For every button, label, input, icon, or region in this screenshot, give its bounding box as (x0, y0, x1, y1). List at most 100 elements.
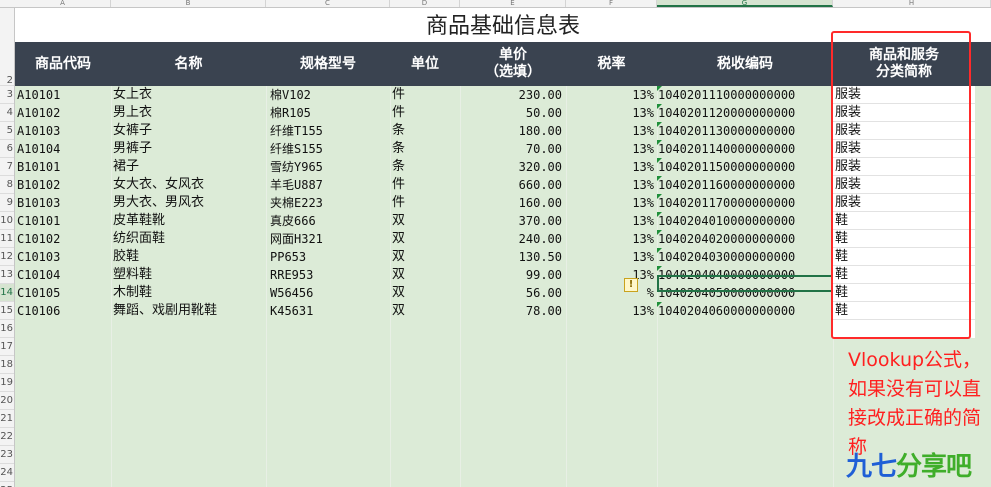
row-header[interactable]: 17 (0, 338, 14, 356)
row-header[interactable]: 22 (0, 428, 14, 446)
cell-price[interactable]: 320.00 (519, 158, 562, 176)
cell-tax-code[interactable]: 1040204060000000000 (658, 302, 795, 320)
cell-tax-code[interactable]: 1040201160000000000 (658, 176, 795, 194)
cell-code[interactable]: C10103 (17, 248, 60, 266)
cell-code[interactable]: C10101 (17, 212, 60, 230)
cell-price[interactable]: 78.00 (526, 302, 562, 320)
row-header[interactable]: 5 (0, 122, 14, 140)
row-header[interactable]: 18 (0, 356, 14, 374)
header-price[interactable]: 单价 （选填） (460, 42, 566, 86)
row-header[interactable]: 2 (0, 42, 14, 86)
cell-code[interactable]: C10102 (17, 230, 60, 248)
cell-name[interactable]: 纺织面鞋 (113, 230, 165, 248)
cell-tax-code[interactable]: 1040201110000000000 (658, 86, 795, 104)
cell-code[interactable]: B10103 (17, 194, 60, 212)
header-spec[interactable]: 规格型号 (266, 42, 390, 86)
cell-name[interactable]: 裙子 (113, 158, 139, 176)
row-header-selected[interactable]: 14 (0, 284, 14, 302)
cell-spec[interactable]: K45631 (270, 302, 313, 320)
cell-code[interactable]: A10102 (17, 104, 60, 122)
column-header-g[interactable]: G (657, 0, 833, 7)
cell-tax-rate[interactable]: 13% (632, 176, 654, 194)
cell-tax-rate[interactable]: 13% (632, 212, 654, 230)
active-cell-selection[interactable] (657, 275, 833, 292)
cell-tax-code[interactable]: 1040204020000000000 (658, 230, 795, 248)
cell-tax-code[interactable]: 1040201170000000000 (658, 194, 795, 212)
column-header-f[interactable]: F (566, 0, 657, 7)
cell-price[interactable]: 370.00 (519, 212, 562, 230)
cell-unit[interactable]: 双 (392, 230, 405, 248)
row-header[interactable]: 23 (0, 446, 14, 464)
header-unit[interactable]: 单位 (390, 42, 460, 86)
cell-name[interactable]: 塑料鞋 (113, 266, 152, 284)
cell-tax-code[interactable]: 1040204030000000000 (658, 248, 795, 266)
cell-tax-rate[interactable]: 13% (632, 230, 654, 248)
header-name[interactable]: 名称 (111, 42, 266, 86)
cell-name[interactable]: 女裤子 (113, 122, 152, 140)
cell-unit[interactable]: 件 (392, 194, 405, 212)
header-tax-rate[interactable]: 税率 (566, 42, 657, 86)
cell-name[interactable]: 男裤子 (113, 140, 152, 158)
cell-tax-code[interactable]: 1040201140000000000 (658, 140, 795, 158)
column-header-a[interactable]: A (15, 0, 111, 7)
cell-price[interactable]: 660.00 (519, 176, 562, 194)
row-header[interactable]: 25 (0, 482, 14, 487)
cell-tax-code[interactable]: 1040201120000000000 (658, 104, 795, 122)
cell-tax-code[interactable]: 1040201130000000000 (658, 122, 795, 140)
cell-code[interactable]: A10101 (17, 86, 60, 104)
cell-tax-rate[interactable]: 13% (632, 86, 654, 104)
row-header[interactable]: 12 (0, 248, 14, 266)
cell-unit[interactable]: 件 (392, 176, 405, 194)
cell-spec[interactable]: 棉R105 (270, 104, 311, 122)
cell-tax-code[interactable]: 1040204010000000000 (658, 212, 795, 230)
column-header-b[interactable]: B (111, 0, 266, 7)
column-header-c[interactable]: C (266, 0, 390, 7)
cell-tax-rate[interactable]: 13% (632, 122, 654, 140)
cell-unit[interactable]: 双 (392, 266, 405, 284)
warning-icon[interactable]: ! (624, 278, 638, 292)
cell-price[interactable]: 130.50 (519, 248, 562, 266)
cell-tax-rate[interactable]: 13% (632, 158, 654, 176)
cell-name[interactable]: 胶鞋 (113, 248, 139, 266)
row-header[interactable]: 15 (0, 302, 14, 320)
cell-spec[interactable]: 真皮666 (270, 212, 316, 230)
row-header[interactable]: 24 (0, 464, 14, 482)
column-header-d[interactable]: D (390, 0, 460, 7)
row-header[interactable]: 9 (0, 194, 14, 212)
row-header[interactable]: 6 (0, 140, 14, 158)
cell-name[interactable]: 舞蹈、戏剧用靴鞋 (113, 302, 217, 320)
row-header[interactable]: 19 (0, 374, 14, 392)
cell-tax-rate[interactable]: 13% (632, 248, 654, 266)
cell-unit[interactable]: 件 (392, 104, 405, 122)
cell-price[interactable]: 230.00 (519, 86, 562, 104)
cell-spec[interactable]: RRE953 (270, 266, 313, 284)
cell-spec[interactable]: 纤维T155 (270, 122, 323, 140)
cell-spec[interactable]: W56456 (270, 284, 313, 302)
row-header[interactable]: 7 (0, 158, 14, 176)
row-header[interactable]: 13 (0, 266, 14, 284)
cell-spec[interactable]: 夹棉E223 (270, 194, 323, 212)
cell-price[interactable]: 160.00 (519, 194, 562, 212)
cell-spec[interactable]: 雪纺Y965 (270, 158, 323, 176)
row-header[interactable]: 11 (0, 230, 14, 248)
row-header[interactable]: 3 (0, 86, 14, 104)
cell-unit[interactable]: 件 (392, 86, 405, 104)
cell-code[interactable]: B10102 (17, 176, 60, 194)
cell-unit[interactable]: 条 (392, 122, 405, 140)
cell-tax-rate[interactable]: 13% (632, 194, 654, 212)
cell-unit[interactable]: 双 (392, 284, 405, 302)
cell-name[interactable]: 木制鞋 (113, 284, 152, 302)
cell-unit[interactable]: 双 (392, 212, 405, 230)
cell-tax-code[interactable]: 1040201150000000000 (658, 158, 795, 176)
cell-name[interactable]: 皮革鞋靴 (113, 212, 165, 230)
cell-price[interactable]: 56.00 (526, 284, 562, 302)
cell-tax-rate[interactable]: 13% (632, 302, 654, 320)
cell-tax-rate[interactable]: 13% (632, 104, 654, 122)
cell-unit[interactable]: 双 (392, 248, 405, 266)
cell-spec[interactable]: PP653 (270, 248, 306, 266)
row-header[interactable]: 20 (0, 392, 14, 410)
row-header[interactable]: 21 (0, 410, 14, 428)
cell-code[interactable]: B10101 (17, 158, 60, 176)
cell-name[interactable]: 女大衣、女风衣 (113, 176, 204, 194)
cell-price[interactable]: 180.00 (519, 122, 562, 140)
